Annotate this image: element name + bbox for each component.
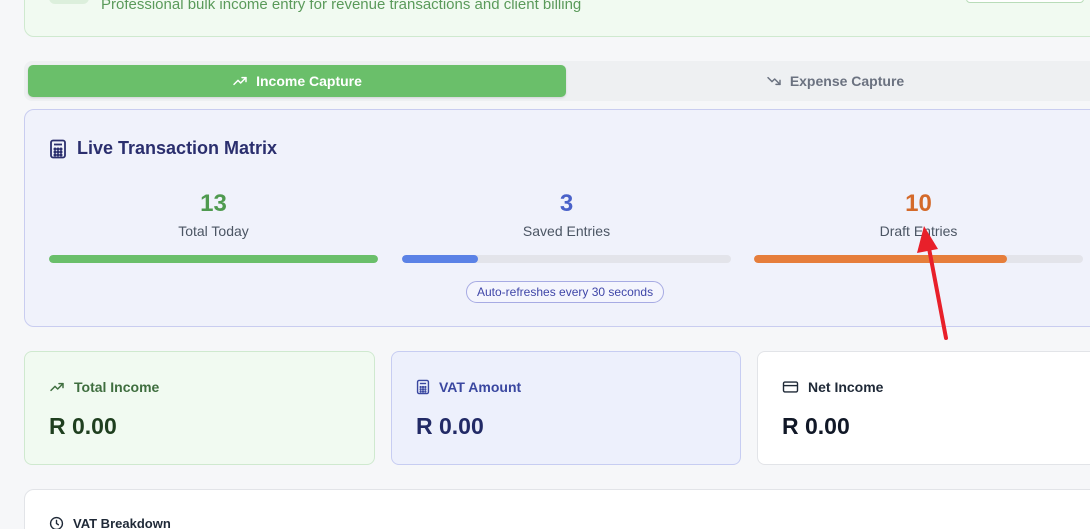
calculator-icon bbox=[416, 379, 430, 395]
tab-expense-capture[interactable]: Expense Capture bbox=[566, 65, 1090, 97]
card-header: VAT Breakdown bbox=[49, 516, 171, 529]
vat-amount-value: R 0.00 bbox=[416, 413, 484, 439]
clock-icon bbox=[49, 516, 64, 529]
card-header: Net Income bbox=[782, 379, 883, 395]
net-income-value: R 0.00 bbox=[782, 413, 850, 439]
matrix-title-text: Live Transaction Matrix bbox=[77, 138, 278, 158]
page-header-card: Professional bulk income entry for reven… bbox=[24, 0, 1090, 37]
auto-refresh-badge: Auto-refreshes every 30 seconds bbox=[466, 281, 665, 303]
progress-bar-draft bbox=[754, 255, 1083, 263]
capture-tabs: Income Capture Expense Capture bbox=[24, 61, 1090, 101]
trending-up-icon bbox=[50, 382, 64, 392]
card-label: VAT Breakdown bbox=[73, 516, 171, 529]
total-income-value: R 0.00 bbox=[49, 413, 117, 439]
tab-income-capture[interactable]: Income Capture bbox=[28, 65, 566, 97]
stat-label: Saved Entries bbox=[522, 223, 611, 239]
calculator-icon bbox=[50, 139, 66, 158]
progress-fill bbox=[754, 255, 1008, 263]
stat-label: Draft Entries bbox=[879, 223, 958, 239]
header-action-button[interactable] bbox=[966, 0, 1084, 3]
header-icon bbox=[49, 0, 89, 4]
progress-bar-total bbox=[49, 255, 378, 263]
tab-label: Income Capture bbox=[256, 73, 362, 89]
card-label: Net Income bbox=[808, 379, 884, 395]
tab-label: Expense Capture bbox=[789, 73, 905, 89]
matrix-title: Live Transaction Matrix bbox=[49, 138, 277, 159]
stat-value: 3 bbox=[559, 190, 574, 217]
trending-down-icon bbox=[767, 76, 781, 86]
page-subtitle: Professional bulk income entry for reven… bbox=[101, 0, 582, 13]
credit-card-icon bbox=[782, 381, 799, 393]
total-income-card: Total Income R 0.00 bbox=[24, 351, 375, 465]
stat-total-today: 13 Total Today bbox=[49, 188, 378, 239]
card-label: Total Income bbox=[74, 379, 160, 395]
stat-label: Total Today bbox=[178, 223, 249, 239]
card-header: Total Income bbox=[49, 379, 159, 395]
progress-bar-saved bbox=[402, 255, 731, 263]
stat-draft-entries: 10 Draft Entries bbox=[754, 188, 1083, 239]
stat-value: 10 bbox=[905, 190, 932, 217]
net-income-card: Net Income R 0.00 bbox=[757, 351, 1090, 465]
stat-saved-entries: 3 Saved Entries bbox=[402, 188, 731, 239]
progress-fill bbox=[402, 255, 478, 263]
live-transaction-matrix: Live Transaction Matrix 13 Total Today 3… bbox=[24, 109, 1090, 327]
card-label: VAT Amount bbox=[439, 379, 522, 395]
vat-amount-card: VAT Amount R 0.00 bbox=[391, 351, 741, 465]
card-header: VAT Amount bbox=[416, 379, 521, 395]
trending-up-icon bbox=[233, 76, 247, 86]
vat-breakdown-card: VAT Breakdown bbox=[24, 489, 1090, 529]
progress-fill bbox=[49, 255, 378, 263]
stat-value: 13 bbox=[200, 190, 227, 217]
